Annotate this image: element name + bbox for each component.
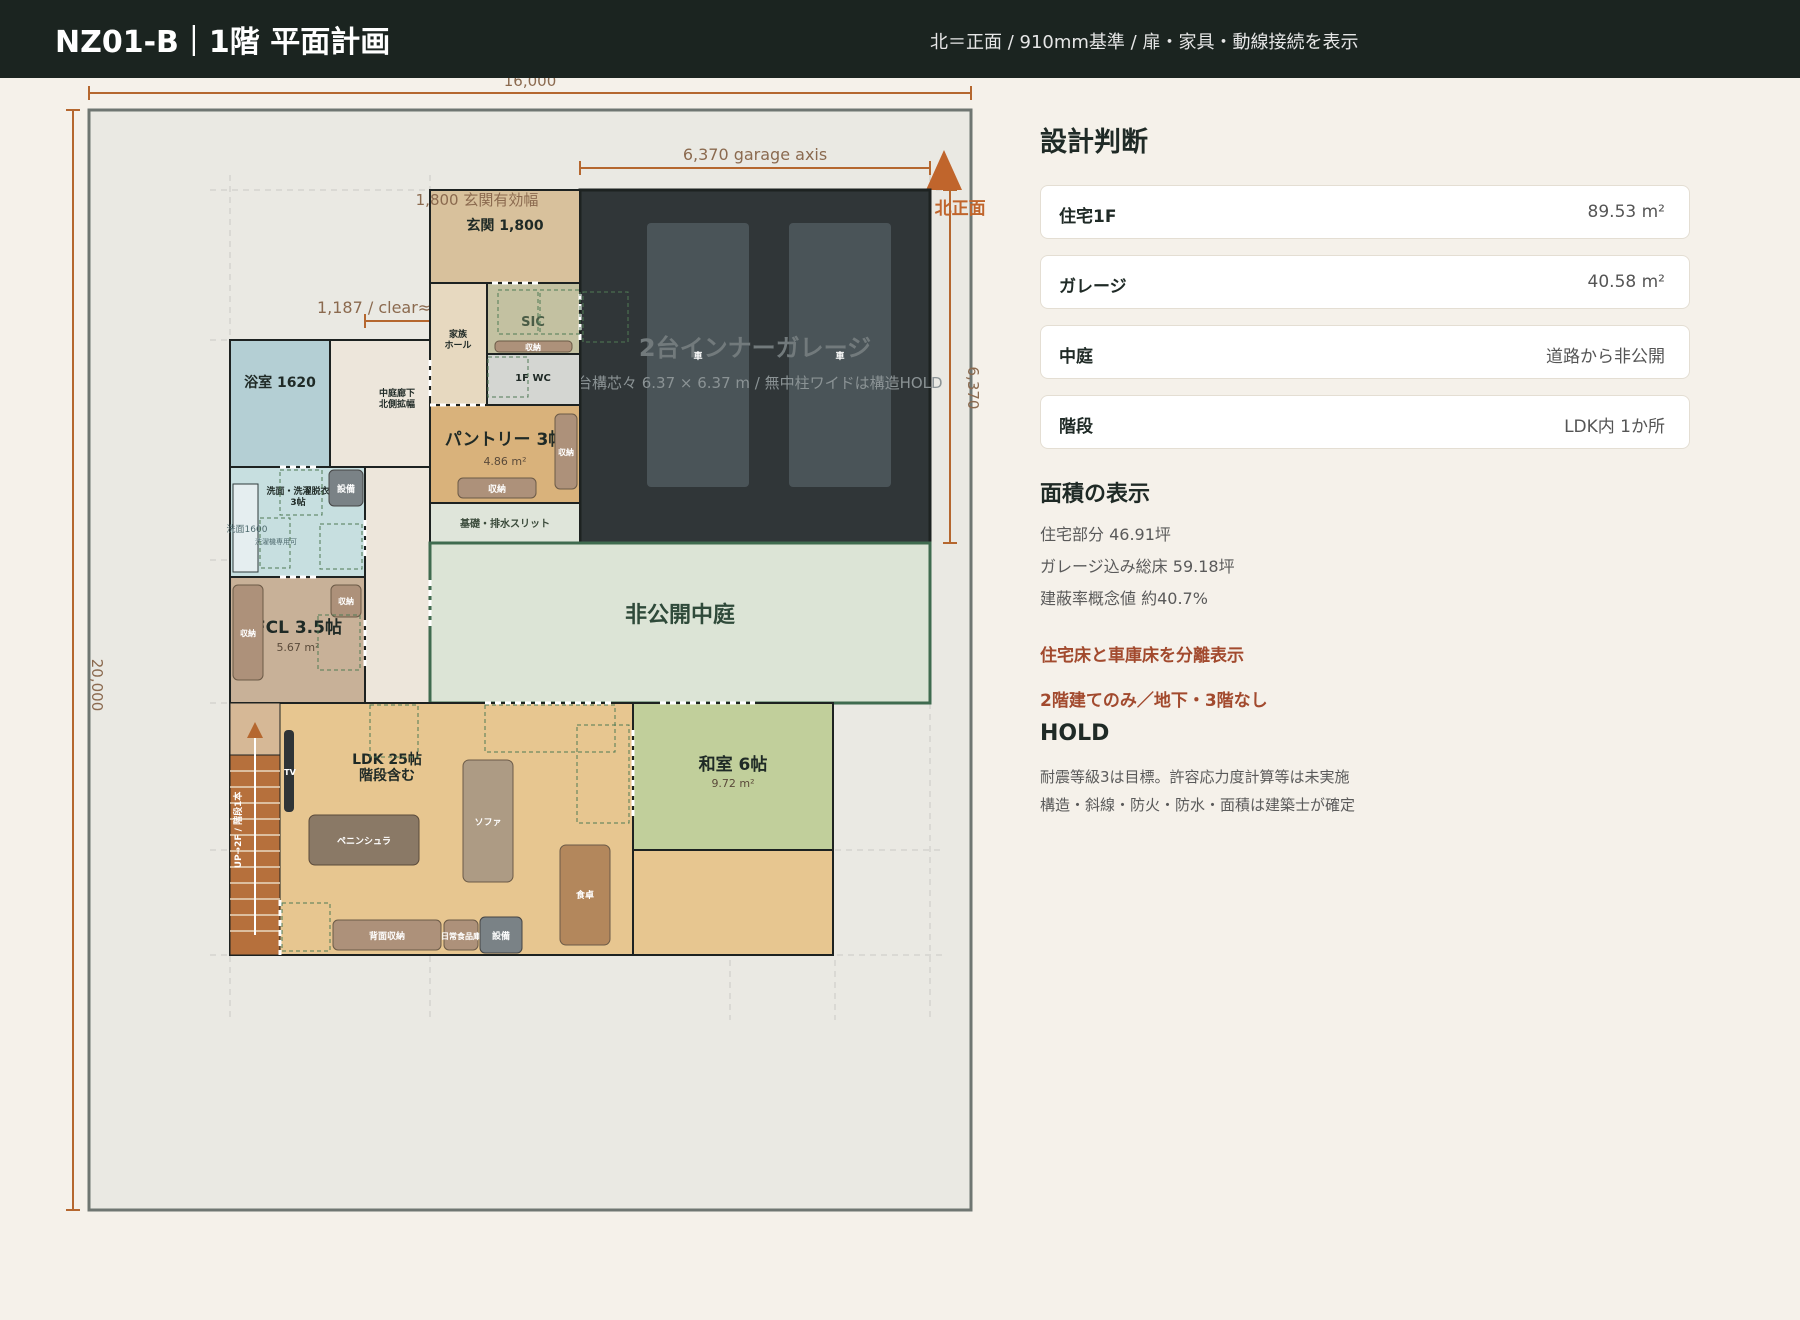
- washitsu-area: 9.72 m²: [711, 777, 754, 790]
- fcl-label: FCL 3.5帖: [254, 617, 342, 638]
- card-value: 89.53 m²: [1587, 202, 1665, 222]
- wc-label: 1F WC: [515, 373, 551, 384]
- garage-label: 2台インナーガレージ: [639, 334, 871, 362]
- card-label: ガレージ: [1059, 277, 1127, 297]
- card-stairs: 階段 LDK内 1か所: [1040, 395, 1690, 449]
- wash-note: 洗濯機専用可: [255, 537, 297, 546]
- card-courtyard: 中庭 道路から非公開: [1040, 325, 1690, 379]
- fcl-storage-2-label: 収納: [338, 596, 354, 606]
- card-label: 階段: [1059, 417, 1093, 437]
- ldk-label-1: LDK 25帖: [352, 751, 422, 768]
- dim-width-label: 16,000: [504, 78, 557, 90]
- genkan-label: 玄関 1,800: [466, 217, 543, 234]
- pantry-storage-2-label: 収納: [558, 447, 574, 457]
- fcl-storage-1-label: 収納: [240, 628, 256, 638]
- floor-plan-svg: 16,000 20,000 6,370 garage axis 6,370 1,…: [66, 78, 986, 1212]
- wash-sub-label: 洗面1600: [227, 523, 268, 535]
- area-line-house: 住宅部分 46.91坪: [1040, 525, 1171, 544]
- courtyard-label: 非公開中庭: [625, 602, 735, 628]
- pantry-area: 4.86 m²: [483, 455, 526, 468]
- page-title: NZ01-B｜1階 平面計画: [55, 25, 391, 60]
- south-east-room: [632, 849, 834, 956]
- corridor-label-1: 中庭廊下: [379, 387, 415, 399]
- card-value: 道路から非公開: [1546, 347, 1665, 367]
- peninsula-label: ペニンシュラ: [337, 836, 391, 847]
- corridor-label-2: 北側拡幅: [379, 398, 415, 410]
- dim-garage-axis-label: 6,370 garage axis: [683, 145, 827, 164]
- slit-label: 基礎・排水スリット: [459, 517, 550, 530]
- sofa-label: ソファ: [474, 817, 501, 828]
- panel-heading: 設計判断: [1040, 127, 1148, 158]
- sic-label: SIC: [521, 315, 545, 330]
- family-hall-label-1: 家族: [449, 328, 468, 340]
- pantry-label: パントリー 3帖: [445, 429, 566, 450]
- side-panel: 設計判断 住宅1F 89.53 m² ガレージ 40.58 m² 中庭 道路から…: [1040, 78, 1740, 1178]
- card-label: 中庭: [1059, 347, 1093, 367]
- dim-height-label: 20,000: [88, 659, 106, 712]
- wash-equipment-label: 設備: [337, 483, 355, 495]
- daily-food-storage-label: 日常食品庫: [441, 931, 481, 941]
- dim-garage-depth-label: 6,370: [964, 367, 982, 410]
- hold-note-2: 構造・斜線・防火・防水・面積は建築士が確定: [1040, 796, 1356, 814]
- card-house-1f: 住宅1F 89.53 m²: [1040, 185, 1690, 239]
- floor-plan: 16,000 20,000 6,370 garage axis 6,370 1,…: [0, 78, 990, 1320]
- card-value: 40.58 m²: [1587, 272, 1665, 292]
- accent-note-1: 住宅床と車庫床を分離表示: [1040, 646, 1244, 666]
- hold-note-1: 耐震等級3は目標。許容応力度計算等は未実施: [1040, 768, 1350, 786]
- area-line-total: ガレージ込み総床 59.18坪: [1040, 557, 1235, 576]
- washitsu-label: 和室 6帖: [699, 754, 768, 775]
- ldk-equipment-label: 設備: [492, 930, 510, 942]
- west-corridor: [364, 466, 431, 704]
- entry-width-label: 1,800 玄関有効幅: [416, 191, 539, 209]
- card-label: 住宅1F: [1059, 207, 1117, 227]
- dining-label: 食卓: [575, 889, 594, 901]
- area-heading: 面積の表示: [1040, 482, 1151, 507]
- page-subtitle: 北＝正面 / 910mm基準 / 扉・家具・動線接続を表示: [930, 32, 1359, 53]
- tv-label: TV: [284, 768, 296, 777]
- ldk-label-2: 階段含む: [359, 767, 415, 784]
- wash-label-2: 3帖: [290, 496, 305, 508]
- back-storage-label: 背面収納: [369, 930, 405, 942]
- family-hall-label-2: ホール: [444, 340, 471, 351]
- garage-sub-label: 2台構芯々 6.37 × 6.37 m / 無中柱ワイドは構造HOLD: [567, 374, 942, 392]
- hold-title: HOLD: [1040, 721, 1110, 746]
- header-bar: NZ01-B｜1階 平面計画 北＝正面 / 910mm基準 / 扉・家具・動線接…: [0, 0, 1800, 78]
- wash-label-1: 洗面・洗濯脱衣: [266, 485, 329, 497]
- area-line-coverage: 建蔽率概念値 約40.7%: [1040, 589, 1208, 608]
- bath-room: [229, 339, 331, 468]
- sic-storage-label: 収納: [525, 342, 541, 352]
- card-value: LDK内 1か所: [1564, 417, 1665, 437]
- fcl-area: 5.67 m²: [276, 641, 319, 654]
- accent-note-2: 2階建てのみ／地下・3階なし: [1040, 691, 1268, 711]
- pantry-storage-1-label: 収納: [488, 483, 506, 495]
- bath-label: 浴室 1620: [244, 374, 316, 391]
- stairs-label: UP→2F / 階段1本: [232, 791, 244, 869]
- card-garage: ガレージ 40.58 m²: [1040, 255, 1690, 309]
